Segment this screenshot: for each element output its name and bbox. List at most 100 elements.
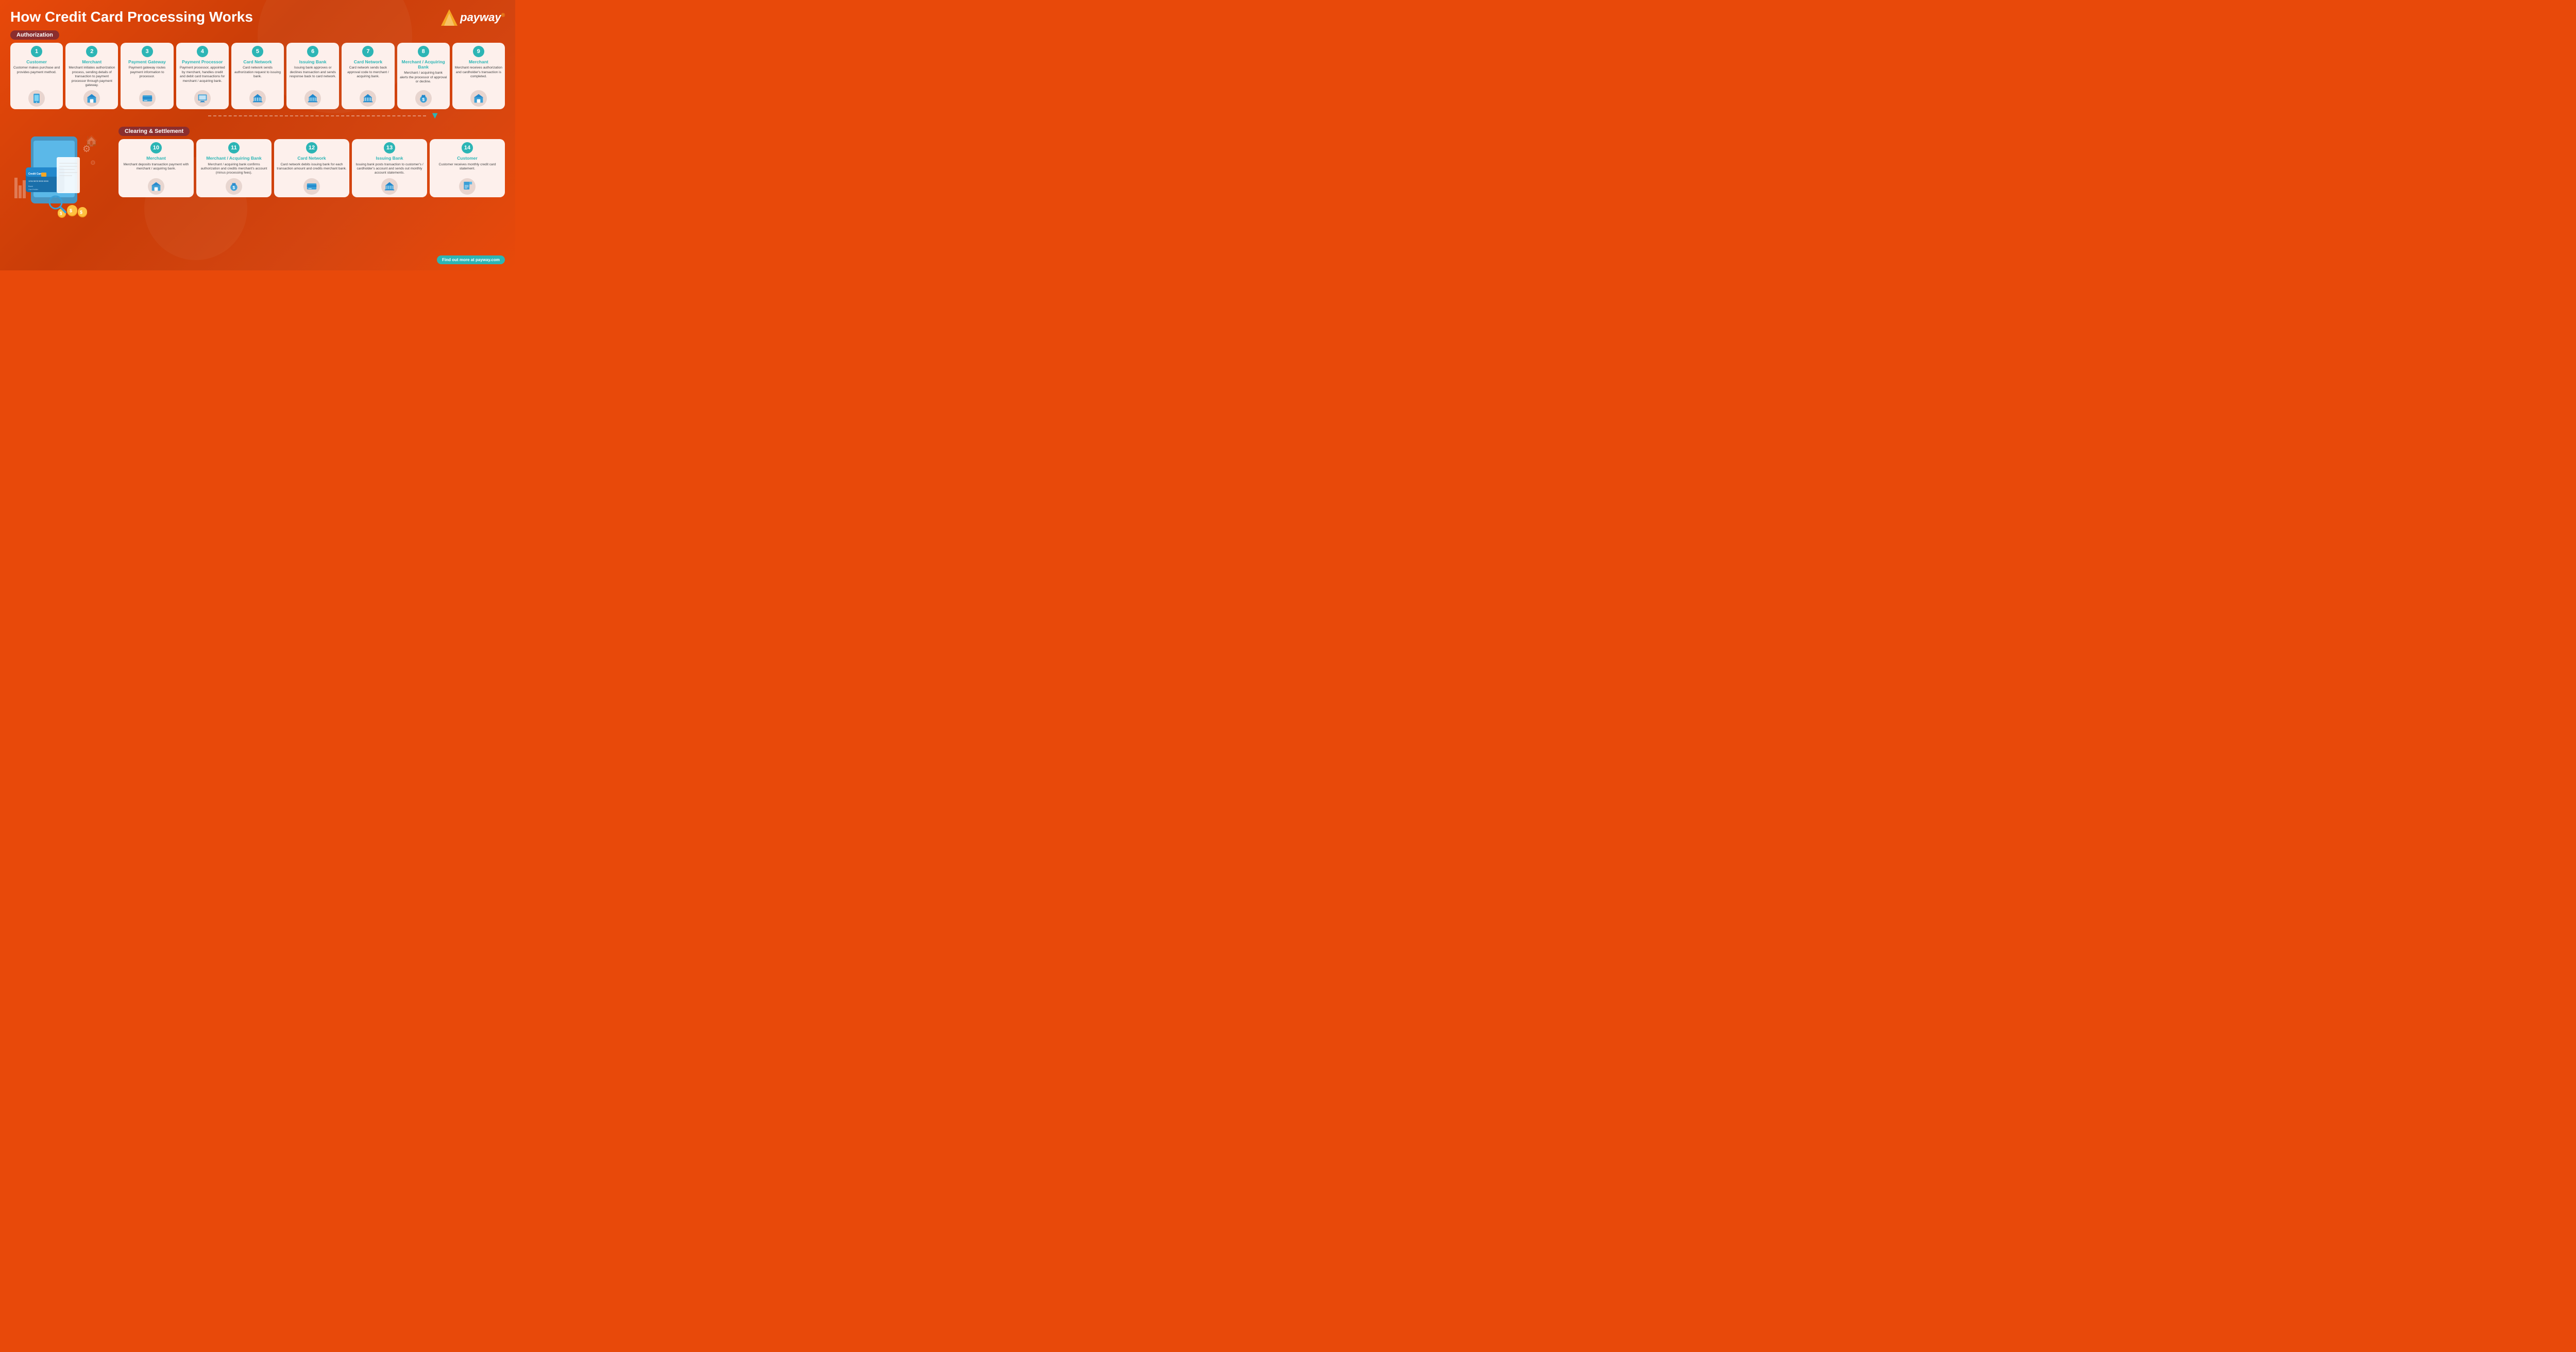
card-icon-9: [470, 90, 487, 107]
card-number-13: 13: [384, 142, 395, 153]
card-title-5: Card Network: [243, 59, 272, 64]
card-icon-7: [360, 90, 376, 107]
logo-word: payway: [460, 11, 501, 24]
card-desc-2: Merchant initiates authorization process…: [68, 66, 115, 88]
illustration-svg: Credit Card 1234 5678 9000 0000 Bank Car…: [10, 126, 103, 224]
card-number-7: 7: [362, 46, 374, 57]
card-6: 6 Issuing Bank Issuing bank approves or de…: [286, 43, 339, 109]
card-number-6: 6: [307, 46, 318, 57]
card-desc-7: Card network sends back approval code to…: [344, 66, 392, 88]
header: How Credit Card Processing Works payway®: [10, 9, 505, 26]
down-arrow: ▼: [430, 110, 439, 121]
card-5: 5 Card Network Card network sends authoriz…: [231, 43, 284, 109]
card-icon-6: [304, 90, 321, 107]
card-title-6: Issuing Bank: [299, 59, 327, 64]
card-icon-1: [28, 90, 45, 107]
card-title-14: Customer: [457, 156, 478, 161]
card-desc-6: Issuing bank approves or declines transa…: [289, 66, 336, 88]
authorization-label: Authorization: [10, 30, 59, 40]
card-2: 2 Merchant Merchant initiates authorizatio…: [65, 43, 118, 109]
card-title-8: Merchant / Acquiring Bank: [400, 59, 447, 70]
card-title-11: Merchant / Acquiring Bank: [206, 156, 261, 161]
card-desc-12: Card network debits issuing bank for eac…: [277, 163, 347, 176]
authorization-section: Authorization 1 Customer Customer makes pu…: [10, 30, 505, 109]
card-title-4: Payment Processor: [182, 59, 223, 64]
card-9: 9 Merchant Merchant receives authorization…: [452, 43, 505, 109]
card-icon-14: [459, 178, 476, 195]
clearing-cards-row: 10 Merchant Merchant deposits transaction …: [118, 139, 505, 197]
card-desc-5: Card network sends authorization request…: [234, 66, 281, 88]
card-icon-3: [139, 90, 156, 107]
card-number-12: 12: [306, 142, 317, 153]
main-title: How Credit Card Processing Works: [10, 9, 253, 25]
card-title-10: Merchant: [146, 156, 166, 161]
clearing-label: Clearing & Settlement: [118, 127, 190, 136]
card-title-3: Payment Gateway: [128, 59, 166, 64]
card-number-14: 14: [462, 142, 473, 153]
card-title-12: Card Network: [297, 156, 326, 161]
svg-text:$: $: [70, 208, 72, 213]
card-icon-12: [303, 178, 320, 195]
card-number-9: 9: [473, 46, 484, 57]
card-icon-10: [148, 178, 164, 195]
card-13: 13 Issuing Bank Issuing bank posts transac…: [352, 139, 427, 197]
card-7: 7 Card Network Card network sends back app…: [342, 43, 394, 109]
card-number-8: 8: [418, 46, 429, 57]
section-divider: ▼: [10, 110, 505, 121]
card-8: 8 Merchant / Acquiring BankMerchant / acq…: [397, 43, 450, 109]
card-12: 12 Card Network Card network debits issuin…: [274, 139, 349, 197]
logo-icon: [441, 9, 457, 26]
logo-reg: ®: [501, 13, 505, 19]
logo-area: payway®: [441, 9, 505, 26]
card-desc-13: Issuing bank posts transaction to custom…: [354, 163, 425, 176]
card-icon-5: [249, 90, 266, 107]
card-number-11: 11: [228, 142, 240, 153]
card-icon-11: $: [226, 178, 242, 195]
card-desc-11: Merchant / acquiring bank confirms autho…: [199, 163, 269, 176]
card-desc-3: Payment gateway routes payment informati…: [123, 66, 171, 88]
card-14: 14 Customer Customer receives monthly cred…: [430, 139, 505, 197]
logo-text: payway®: [460, 11, 505, 24]
card-number-2: 2: [86, 46, 97, 57]
card-11: 11 Merchant / Acquiring Bank Merchant / ac…: [196, 139, 272, 197]
card-number-10: 10: [150, 142, 162, 153]
card-icon-13: [381, 178, 398, 195]
card-desc-8: Merchant / acquiring bank alerts the pro…: [400, 71, 447, 88]
card-10: 10 Merchant Merchant deposits transaction …: [118, 139, 194, 197]
svg-text:Card Holder: Card Holder: [28, 189, 39, 191]
card-desc-10: Merchant deposits transaction payment wi…: [121, 163, 191, 176]
svg-text:⚙: ⚙: [90, 159, 96, 166]
card-icon-2: [83, 90, 100, 107]
card-number-5: 5: [252, 46, 263, 57]
card-desc-1: Customer makes purchase and provides pay…: [13, 66, 60, 88]
main-container: How Credit Card Processing Works payway®…: [0, 0, 515, 270]
svg-text:Bank: Bank: [28, 185, 33, 187]
card-title-7: Card Network: [354, 59, 382, 64]
left-illustration: Credit Card 1234 5678 9000 0000 Bank Car…: [10, 126, 113, 229]
svg-text:1234 5678 9000 0000: 1234 5678 9000 0000: [28, 180, 49, 182]
right-content: Clearing & Settlement 10 Merchant Merchant…: [118, 126, 505, 197]
svg-text:$: $: [80, 210, 82, 215]
card-icon-4: [194, 90, 211, 107]
card-title-13: Issuing Bank: [376, 156, 403, 161]
card-3: 3 Payment Gateway Payment gateway routes p…: [121, 43, 173, 109]
clearing-section: Credit Card 1234 5678 9000 0000 Bank Car…: [10, 126, 505, 229]
card-title-1: Customer: [26, 59, 47, 64]
card-desc-9: Merchant receives authorization and card…: [455, 66, 502, 88]
svg-text:🏠: 🏠: [85, 135, 98, 147]
card-number-3: 3: [142, 46, 153, 57]
authorization-cards-row: 1 Customer Customer makes purchase and pro…: [10, 43, 505, 109]
card-4: 4 Payment Processor Payment processor, app…: [176, 43, 229, 109]
svg-text:$: $: [233, 185, 235, 190]
svg-text:Credit Card: Credit Card: [28, 173, 42, 176]
card-icon-8: $: [415, 90, 432, 107]
card-1: 1 Customer Customer makes purchase and pro…: [10, 43, 63, 109]
footer-link[interactable]: Find out more at payway.com: [437, 255, 505, 264]
card-number-4: 4: [197, 46, 208, 57]
card-desc-4: Payment processor, appointed by merchant…: [179, 66, 226, 88]
card-title-2: Merchant: [82, 59, 101, 64]
card-title-9: Merchant: [469, 59, 488, 64]
card-number-1: 1: [31, 46, 42, 57]
card-desc-14: Customer receives monthly credit card st…: [432, 163, 502, 176]
svg-text:$: $: [60, 211, 62, 216]
